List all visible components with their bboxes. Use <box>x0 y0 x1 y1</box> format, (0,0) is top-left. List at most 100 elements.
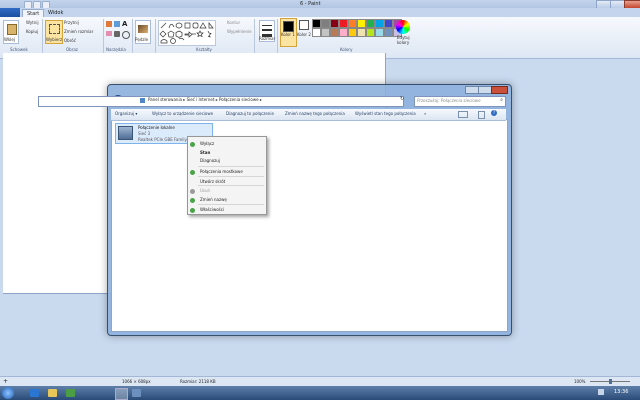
refresh-icon[interactable]: ↻ <box>400 96 404 102</box>
palette-swatch[interactable] <box>339 28 348 37</box>
connection-status: Sieć 3 <box>138 131 151 136</box>
color2-label: Kolor 2 <box>297 32 311 37</box>
shapes-gallery[interactable] <box>158 20 216 46</box>
clock: 13:36 <box>614 389 629 395</box>
group-separator <box>42 19 43 55</box>
select-icon <box>49 24 60 34</box>
outline-button[interactable]: Kontur <box>227 20 240 25</box>
breadcrumb: Panel sterowania ▸ Sieć i Internet ▸ Poł… <box>148 97 262 102</box>
breadcrumb-item[interactable]: Połączenia sieciowe <box>219 97 259 102</box>
taskbar-control-panel-icon[interactable] <box>132 389 141 397</box>
edit-colors-label: Edytuj kolory <box>397 35 410 45</box>
palette-swatch[interactable] <box>312 19 321 28</box>
palette-swatch[interactable] <box>339 19 348 28</box>
network-tray-icon[interactable] <box>598 389 604 395</box>
zoom-level: 100% <box>574 379 586 384</box>
file-size: Rozmiar: 2118 KB <box>180 379 216 384</box>
palette-swatch[interactable] <box>321 28 330 37</box>
context-menu-item[interactable]: Stan <box>200 150 210 155</box>
menu-item-icon <box>190 198 195 203</box>
search-input[interactable]: Przeszukaj: Połączenia sieciowe ⌕ <box>414 96 506 107</box>
connection-adapter: Realtek PCIe GBE Family... <box>138 137 191 142</box>
palette-swatch[interactable] <box>375 28 384 37</box>
organize-button[interactable]: Organizuj ▾ <box>115 111 137 116</box>
color1-label: Kolor 1 <box>281 32 295 37</box>
paste-label: Wklej <box>4 37 15 42</box>
control-panel-icon <box>140 98 145 103</box>
palette-swatch[interactable] <box>357 19 366 28</box>
palette-swatch[interactable] <box>321 19 330 28</box>
palette-swatch[interactable] <box>366 19 375 28</box>
palette-swatch[interactable] <box>330 28 339 37</box>
context-menu-item[interactable]: Wyłącz <box>200 141 214 146</box>
close-button[interactable] <box>491 86 508 94</box>
copy-button[interactable]: Kopiuj <box>26 29 38 34</box>
tab-view[interactable]: Widok <box>44 9 67 17</box>
edit-colors-icon[interactable] <box>396 20 410 34</box>
context-menu-item[interactable]: Diagnozuj <box>200 158 220 163</box>
menu-item-icon <box>190 170 195 175</box>
group-separator <box>103 19 104 55</box>
pencil-icon[interactable] <box>106 21 112 27</box>
rename-connection-button[interactable]: Zmień nazwę tego połączenia <box>285 111 345 116</box>
context-menu-item[interactable]: Połączenia mostkowe <box>200 169 243 174</box>
palette-swatch[interactable] <box>348 19 357 28</box>
crop-button[interactable]: Przytnij <box>64 20 79 25</box>
taskbar-paint-button[interactable] <box>115 388 128 400</box>
diagnose-button[interactable]: Diagnozuj to połączenie <box>226 111 274 116</box>
view-status-button[interactable]: Wyświetl stan tego połączenia <box>355 111 416 116</box>
zoom-slider-thumb[interactable] <box>609 379 612 384</box>
menu-separator <box>198 204 264 205</box>
breadcrumb-item[interactable]: Panel sterowania <box>148 97 182 102</box>
eraser-icon[interactable] <box>106 31 112 36</box>
color2-swatch <box>299 20 309 30</box>
palette-swatch[interactable] <box>384 28 393 37</box>
palette-swatch[interactable] <box>366 28 375 37</box>
palette-swatch[interactable] <box>384 19 393 28</box>
add-icon[interactable]: + <box>3 378 8 385</box>
palette-swatch[interactable] <box>330 19 339 28</box>
select-label: Wybierz <box>46 37 63 42</box>
connection-name: Połączenie lokalne <box>138 125 175 130</box>
context-menu-item[interactable]: Właściwości <box>200 207 224 212</box>
cut-button[interactable]: Wytnij <box>26 20 39 25</box>
taskbar-explorer-icon[interactable] <box>48 389 57 397</box>
start-button[interactable] <box>2 387 14 399</box>
maximize-button[interactable] <box>478 86 492 94</box>
magnifier-icon[interactable] <box>122 31 130 39</box>
network-adapter-icon <box>118 126 133 140</box>
context-menu-item[interactable]: Usuń <box>200 188 210 193</box>
more-commands-button[interactable]: » <box>424 111 426 116</box>
menu-separator <box>198 176 264 177</box>
fill-button[interactable]: Wypełnienie <box>227 29 252 34</box>
explorer-content <box>111 119 508 332</box>
preview-pane-icon[interactable] <box>478 111 485 119</box>
paint-menu-button[interactable] <box>0 8 20 17</box>
palette-swatch[interactable] <box>375 19 384 28</box>
palette-swatch[interactable] <box>312 28 321 37</box>
shapes-gallery-icons <box>159 22 214 44</box>
palette-swatch[interactable] <box>357 28 366 37</box>
palette-swatch[interactable] <box>348 28 357 37</box>
resize-button[interactable]: Zmień rozmiar <box>64 29 93 34</box>
breadcrumb-item[interactable]: Sieć i Internet <box>187 97 215 102</box>
disable-device-button[interactable]: Wyłącz to urządzenie sieciowe <box>152 111 213 116</box>
window-title: 6 - Paint <box>300 1 321 7</box>
explorer-window-controls <box>465 86 508 94</box>
context-menu: Wyłącz Stan Diagnozuj Połączenia mostkowe Ut… <box>187 136 267 215</box>
view-options-icon[interactable] <box>458 111 468 118</box>
group-clipboard-label: Schowek <box>10 47 28 52</box>
group-shapes-label: Kształty <box>196 47 212 52</box>
taskbar-ie-icon[interactable] <box>30 389 39 397</box>
context-menu-item[interactable]: Utwórz skrót <box>200 179 225 184</box>
text-icon[interactable]: A <box>122 20 127 28</box>
taskbar-media-icon[interactable] <box>66 389 75 397</box>
group-separator <box>277 19 278 55</box>
rotate-button[interactable]: Obróć <box>64 38 76 43</box>
group-separator <box>155 19 156 55</box>
minimize-button[interactable] <box>465 86 479 94</box>
fill-icon[interactable] <box>114 21 120 27</box>
context-menu-item[interactable]: Zmień nazwę <box>200 197 227 202</box>
color-picker-icon[interactable] <box>114 31 120 37</box>
help-icon[interactable]: ? <box>491 110 497 116</box>
